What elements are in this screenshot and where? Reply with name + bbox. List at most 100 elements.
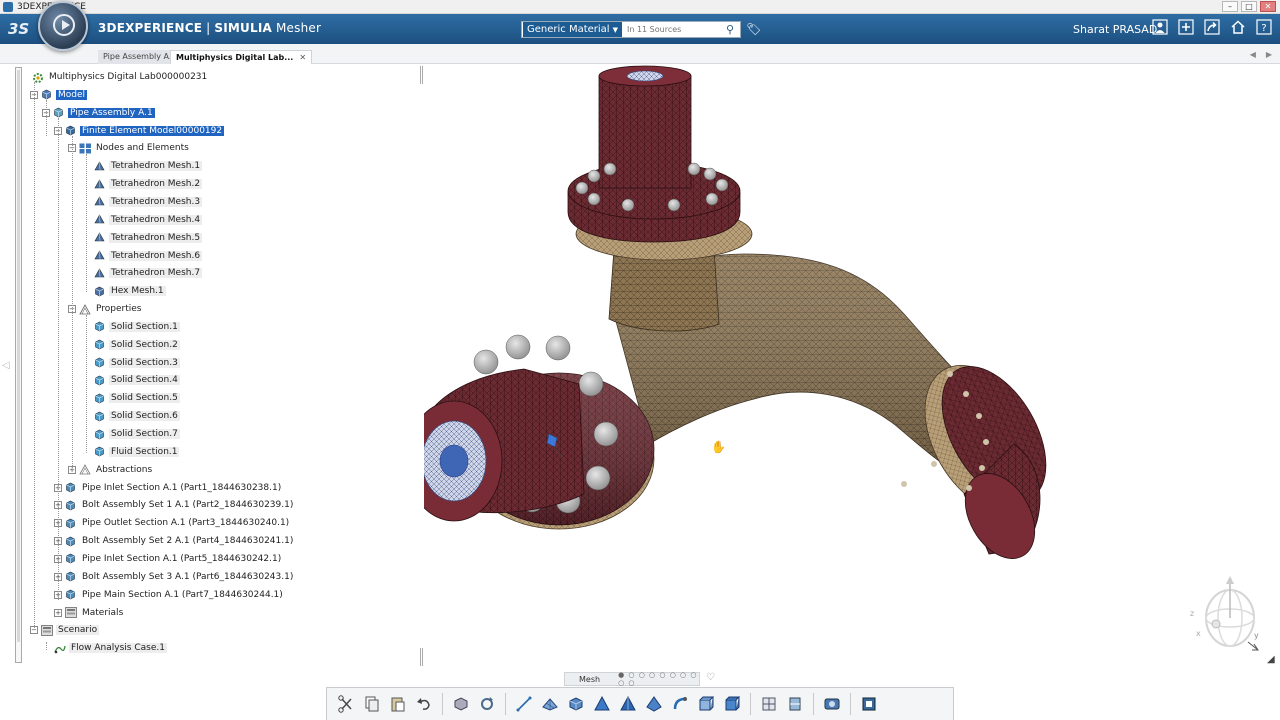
- tree-node-root[interactable]: Multiphysics Digital Lab000000231: [32, 70, 209, 84]
- add-icon[interactable]: [1176, 19, 1196, 39]
- copy-icon[interactable]: [359, 691, 385, 717]
- close-tab-icon[interactable]: ✕: [299, 53, 306, 62]
- tab-pipe-assembly[interactable]: Pipe Assembly A.1: [98, 50, 182, 64]
- tree-node-hex1[interactable]: Hex Mesh.1: [94, 284, 166, 298]
- tree-node-part4[interactable]: + Bolt Assembly Set 2 A.1 (Part4_18446302…: [54, 534, 295, 548]
- solid-section-icon: [94, 393, 105, 404]
- tab-multiphysics-lab[interactable]: Multiphysics Digital Lab... ✕: [170, 50, 313, 64]
- home-icon[interactable]: [1228, 19, 1248, 39]
- close-button[interactable]: ✕: [1260, 1, 1276, 12]
- tree-node-flow-case[interactable]: Flow Analysis Case.1: [54, 641, 167, 655]
- help-icon[interactable]: ?: [1254, 19, 1274, 39]
- tree-node-ss6[interactable]: Solid Section.6: [94, 409, 180, 423]
- tree-node-part1[interactable]: + Pipe Inlet Section A.1 (Part1_184463023…: [54, 481, 283, 495]
- tree-node-scenario[interactable]: − Scenario: [30, 623, 100, 637]
- tree-node-ss4[interactable]: Solid Section.4: [94, 373, 180, 387]
- simulation-icon[interactable]: [819, 691, 845, 717]
- action-bar-section-tab[interactable]: Mesh ● ○ ○ ○ ○ ○ ○ ○ ○ ○: [564, 671, 700, 687]
- octree-mesher-icon[interactable]: [615, 691, 641, 717]
- chevron-left-icon[interactable]: ◀: [1250, 50, 1256, 59]
- tree-node-part5[interactable]: + Pipe Inlet Section A.1 (Part5_184463024…: [54, 552, 283, 566]
- tree-node-tet7[interactable]: Tetrahedron Mesh.7: [94, 266, 203, 280]
- paste-icon[interactable]: [385, 691, 411, 717]
- share-icon[interactable]: [1202, 19, 1222, 39]
- tree-node-label: Properties: [96, 304, 142, 315]
- section-icon[interactable]: [782, 691, 808, 717]
- tetra-mesh-icon: [94, 232, 105, 243]
- solid-mesh-part-icon[interactable]: [719, 691, 745, 717]
- user-name[interactable]: Sharat PRASAD: [1073, 23, 1157, 36]
- expand-icon[interactable]: +: [54, 608, 62, 617]
- compass-icon[interactable]: [38, 1, 88, 51]
- cut-icon[interactable]: [333, 691, 359, 717]
- tree-guide-line: [72, 136, 73, 470]
- display-icon[interactable]: [856, 691, 882, 717]
- minimize-button[interactable]: –: [1222, 1, 1238, 12]
- tree-node-part7[interactable]: + Pipe Main Section A.1 (Part7_1844630244…: [54, 588, 285, 602]
- tree-node-part3[interactable]: + Pipe Outlet Section A.1 (Part3_18446302…: [54, 516, 291, 530]
- pipe-assembly-mesh-render[interactable]: [405, 64, 1270, 674]
- view-compass-icon[interactable]: z x y: [1188, 570, 1270, 662]
- tree-node-ss1[interactable]: Solid Section.1: [94, 320, 180, 334]
- tree-node-abstractions[interactable]: + Abstractions: [68, 463, 154, 477]
- mesh-quality-icon[interactable]: [756, 691, 782, 717]
- tree-node-ss2[interactable]: Solid Section.2: [94, 338, 180, 352]
- undo-icon[interactable]: [411, 691, 437, 717]
- tree-node-model[interactable]: − Model: [30, 88, 88, 102]
- favorite-icon[interactable]: ♡: [706, 672, 715, 683]
- tree-node-tet1[interactable]: Tetrahedron Mesh.1: [94, 159, 203, 173]
- solid-mesh-icon[interactable]: [563, 691, 589, 717]
- tree-node-label: Pipe Inlet Section A.1 (Part1_1844630238…: [82, 482, 282, 493]
- search-icon[interactable]: ⚲: [726, 23, 734, 36]
- tree-node-tet2[interactable]: Tetrahedron Mesh.2: [94, 177, 203, 191]
- tree-node-properties[interactable]: − Properties: [68, 302, 143, 316]
- update-icon[interactable]: [474, 691, 500, 717]
- tetra-mesh-icon: [94, 178, 105, 190]
- tree-node-ss3[interactable]: Solid Section.3: [94, 356, 180, 370]
- tree-node-label: Model: [56, 89, 88, 100]
- search-input[interactable]: [626, 25, 723, 34]
- sweep-mesh-icon[interactable]: [667, 691, 693, 717]
- tree-node-tet5[interactable]: Tetrahedron Mesh.5: [94, 231, 203, 245]
- panel-collapse-gutter[interactable]: ◁: [0, 64, 12, 664]
- line-mesh-icon[interactable]: [511, 691, 537, 717]
- section-pager[interactable]: ● ○ ○ ○ ○ ○ ○ ○ ○ ○: [618, 671, 699, 687]
- chevron-right-icon[interactable]: ▶: [1266, 50, 1272, 59]
- group-icon[interactable]: [448, 691, 474, 717]
- dassault-logo[interactable]: 3S: [8, 20, 29, 38]
- chevron-down-icon: ▼: [612, 25, 618, 34]
- resize-grip-icon[interactable]: ◢: [1267, 654, 1275, 665]
- lab-icon: [32, 72, 43, 83]
- tree-node-fem[interactable]: − Finite Element Model00000192: [54, 124, 225, 138]
- tree-node-tet4[interactable]: Tetrahedron Mesh.4: [94, 213, 203, 227]
- hex-mesher-icon[interactable]: [693, 691, 719, 717]
- chevron-left-icon[interactable]: ◁: [2, 360, 10, 371]
- product-icon: [53, 107, 64, 118]
- tree-node-part2[interactable]: + Bolt Assembly Set 1 A.1 (Part2_18446302…: [54, 498, 295, 512]
- tree-node-tet3[interactable]: Tetrahedron Mesh.3: [94, 195, 203, 209]
- tree-node-ss5[interactable]: Solid Section.5: [94, 391, 180, 405]
- tree-node-part6[interactable]: + Bolt Assembly Set 3 A.1 (Part6_18446302…: [54, 570, 295, 584]
- 3d-viewport[interactable]: [405, 64, 1270, 674]
- material-select[interactable]: Generic Material ▼: [523, 22, 622, 37]
- user-profile-icon[interactable]: [1150, 19, 1170, 39]
- tag-icon[interactable]: 🏷: [746, 22, 761, 36]
- tree-node-tet6[interactable]: Tetrahedron Mesh.6: [94, 249, 203, 263]
- maximize-button[interactable]: □: [1241, 1, 1257, 12]
- tetra-mesher-icon[interactable]: [589, 691, 615, 717]
- tree-node-label: Pipe Outlet Section A.1 (Part3_184463024…: [82, 518, 290, 529]
- tree-node-label: Pipe Assembly A.1: [68, 107, 155, 118]
- tree-node-fs1[interactable]: Fluid Section.1: [94, 445, 180, 459]
- section-label: Mesh: [579, 674, 601, 684]
- tree-scrollbar[interactable]: [15, 67, 22, 663]
- surface-mesh-icon[interactable]: [537, 691, 563, 717]
- scrollbar-thumb[interactable]: [17, 70, 20, 642]
- tree-node-materials[interactable]: + Materials: [54, 606, 125, 620]
- panel-splitter[interactable]: [420, 66, 423, 84]
- tree-node-ss7[interactable]: Solid Section.7: [94, 427, 180, 441]
- solid-section-icon: [94, 411, 105, 422]
- panel-splitter[interactable]: [420, 648, 423, 666]
- tetra-filler-icon[interactable]: [641, 691, 667, 717]
- nodes-elements-icon: [79, 143, 91, 154]
- tree-node-label: Nodes and Elements: [96, 143, 189, 154]
